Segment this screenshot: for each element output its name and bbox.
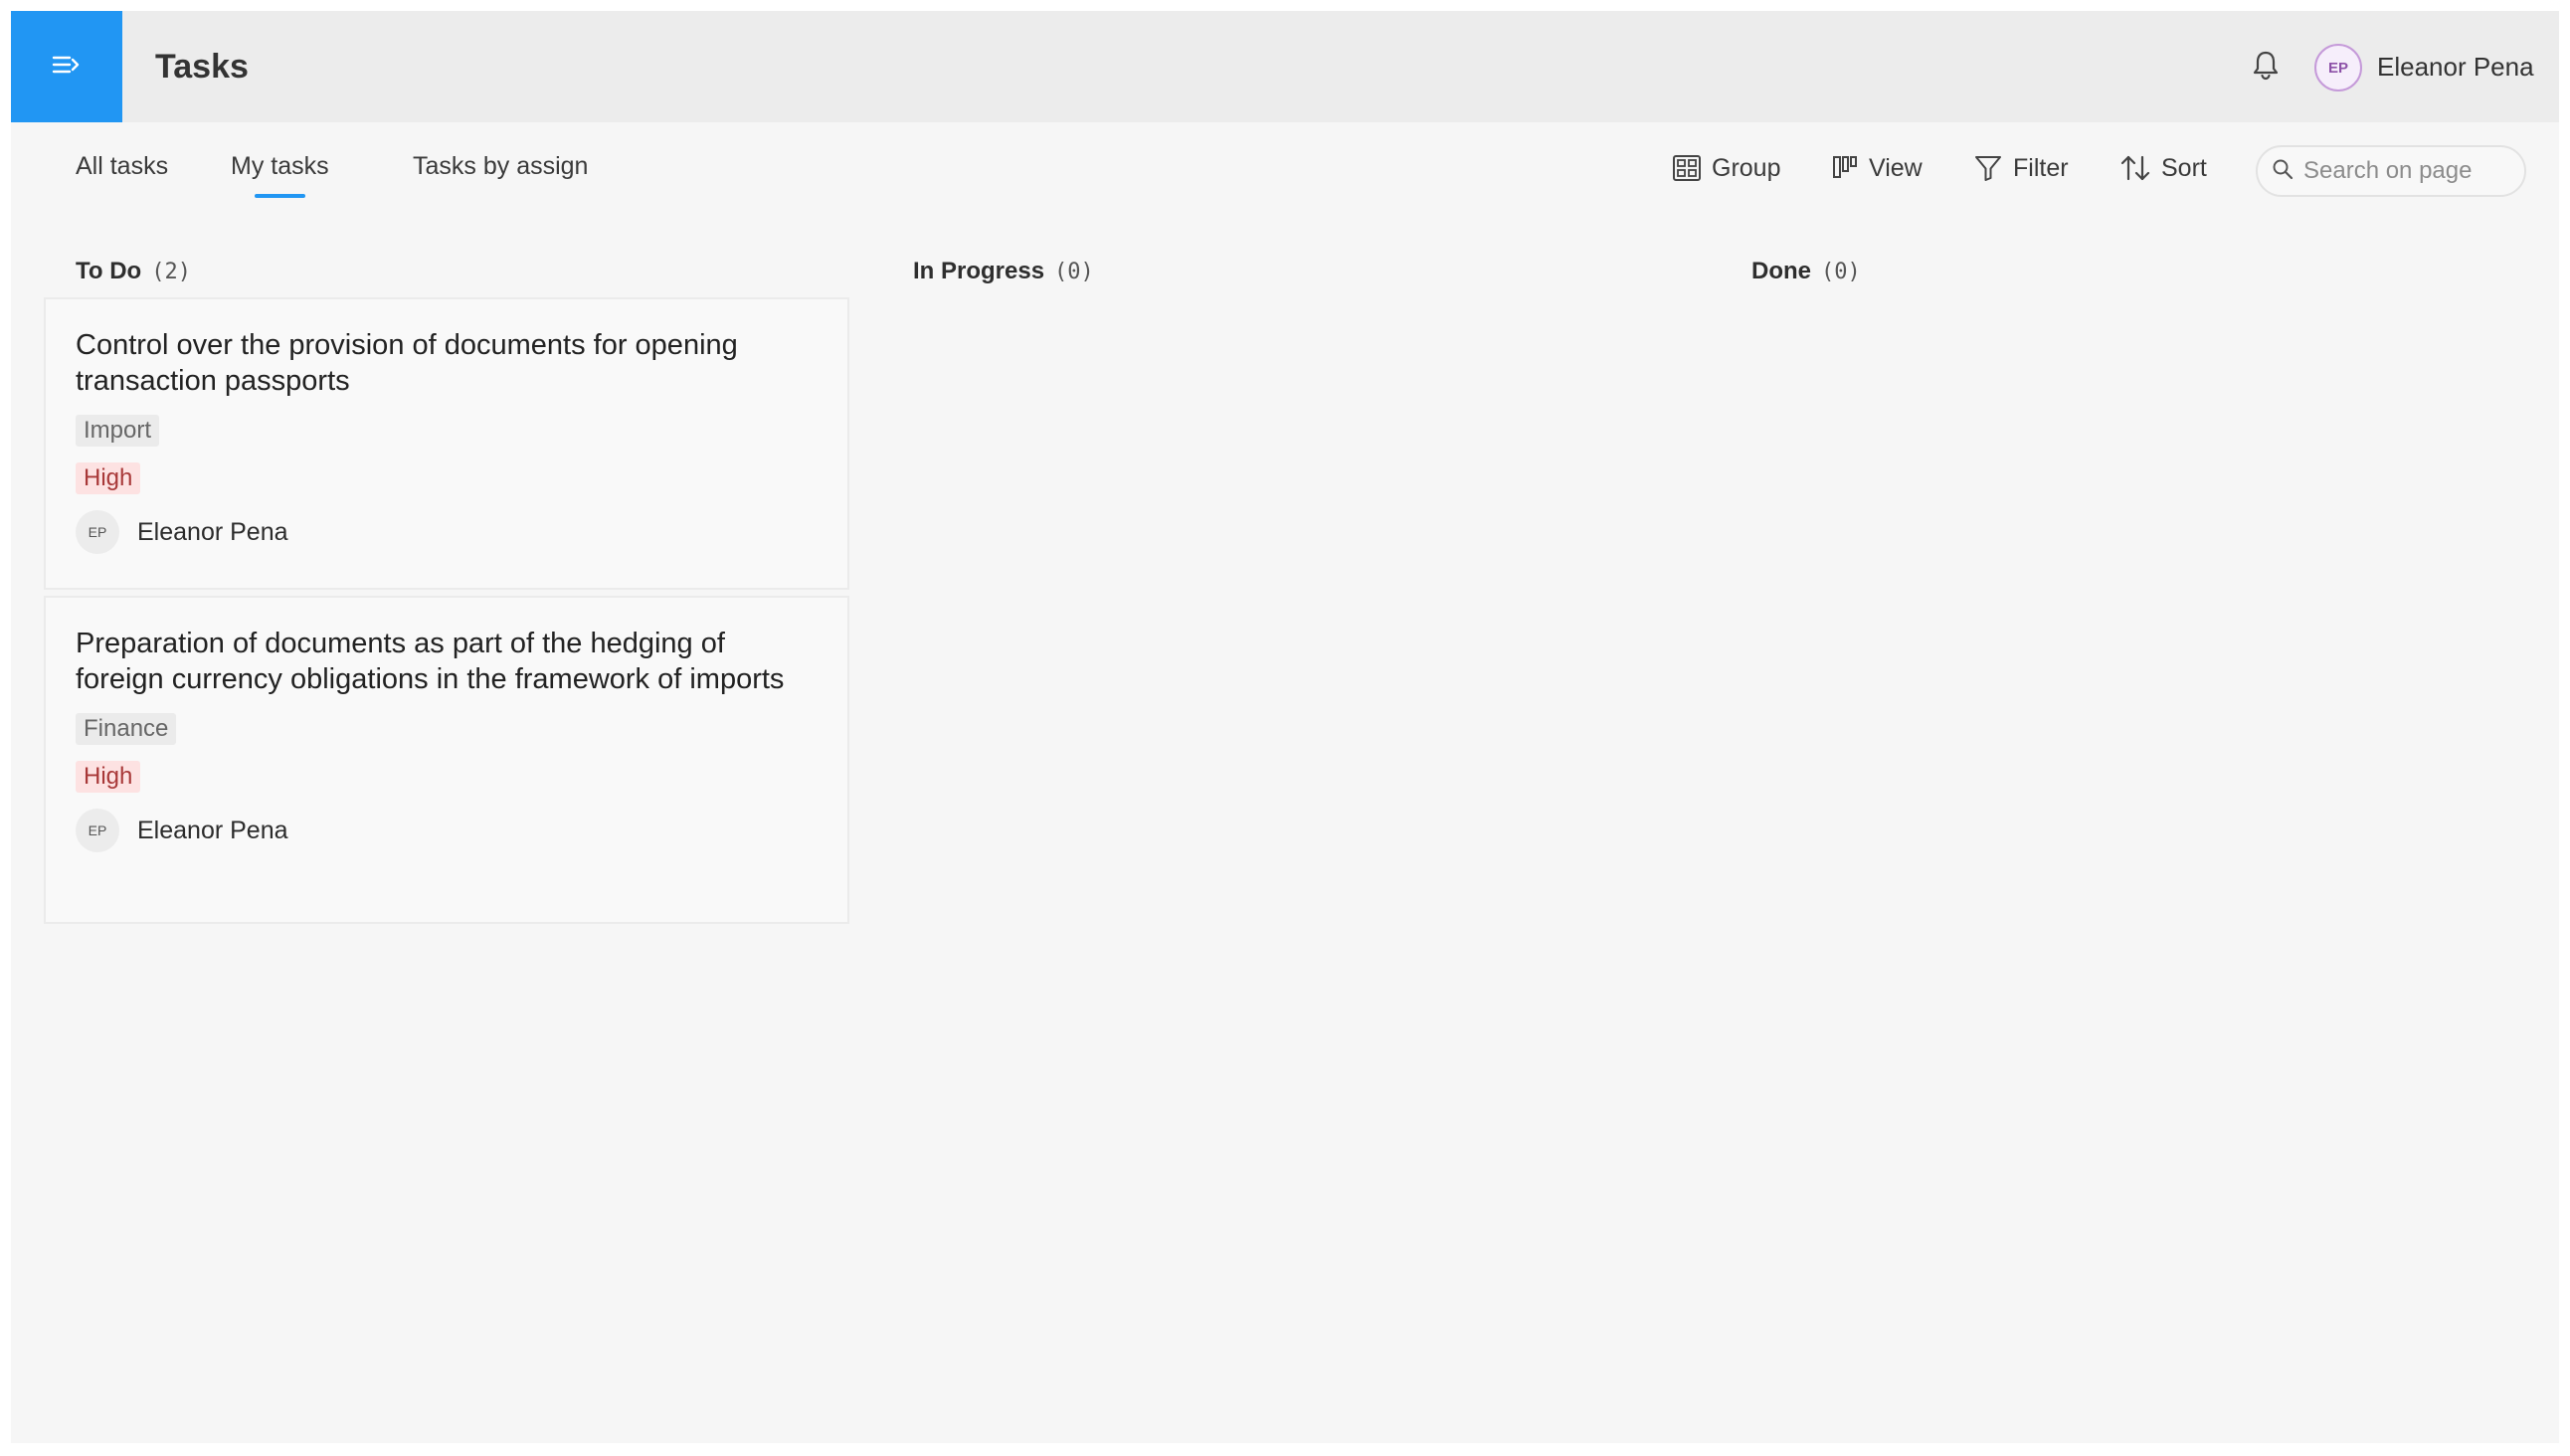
task-card[interactable]: Control over the provision of documents …	[44, 297, 849, 590]
tab-my-tasks[interactable]: My tasks	[231, 148, 329, 198]
column-count: (2)	[151, 260, 191, 284]
priority-badge: High	[76, 761, 141, 793]
sort-label: Sort	[2161, 153, 2207, 182]
user-name[interactable]: Eleanor Pena	[2377, 11, 2534, 122]
column-header-todo: To Do (2)	[76, 252, 191, 291]
category-tag: Import	[76, 415, 160, 447]
user-avatar[interactable]: EP	[2314, 44, 2362, 91]
column-header-in-progress: In Progress (0)	[913, 252, 1094, 291]
priority-badge: High	[76, 462, 141, 494]
assignee-name: Eleanor Pena	[137, 517, 288, 546]
menu-toggle-button[interactable]	[11, 11, 122, 122]
tab-tasks-by-assign[interactable]: Tasks by assign	[413, 148, 588, 184]
column-count: (0)	[1821, 260, 1861, 284]
search-icon	[2272, 158, 2294, 185]
sort-button[interactable]: Sort	[2119, 148, 2207, 188]
kanban-view-icon	[1831, 153, 1859, 183]
filter-label: Filter	[2013, 153, 2069, 182]
view-label: View	[1869, 153, 1923, 182]
app-header: Tasks EP Eleanor Pena	[11, 11, 2559, 122]
group-button[interactable]: Group	[1672, 148, 1780, 188]
bell-icon	[2251, 49, 2281, 86]
column-title: Done	[1751, 258, 1811, 284]
assignee-avatar: EP	[76, 510, 119, 554]
assignee-name: Eleanor Pena	[137, 816, 288, 844]
column-title: To Do	[76, 258, 142, 284]
assignee: EP Eleanor Pena	[76, 510, 818, 554]
search-box	[2256, 145, 2526, 197]
category-tag: Finance	[76, 713, 177, 745]
menu-expand-icon	[52, 53, 82, 82]
filter-icon	[1973, 153, 2003, 183]
search-input[interactable]	[2303, 157, 2502, 185]
app-frame: Tasks EP Eleanor Pena All tasks My tasks…	[11, 11, 2559, 1443]
group-icon	[1672, 153, 1702, 183]
page-title: Tasks	[155, 48, 249, 86]
notifications-button[interactable]	[2247, 48, 2285, 86]
assignee-avatar: EP	[76, 809, 119, 852]
filter-button[interactable]: Filter	[1973, 148, 2069, 188]
group-label: Group	[1712, 153, 1781, 182]
task-card[interactable]: Preparation of documents as part of the …	[44, 596, 849, 924]
column-title: In Progress	[913, 258, 1045, 284]
tab-all-tasks[interactable]: All tasks	[76, 148, 168, 184]
column-header-done: Done (0)	[1751, 252, 1861, 291]
view-button[interactable]: View	[1831, 148, 1923, 188]
assignee: EP Eleanor Pena	[76, 809, 818, 852]
sort-icon	[2119, 153, 2151, 183]
task-title: Preparation of documents as part of the …	[76, 628, 785, 695]
column-count: (0)	[1054, 260, 1094, 284]
task-title: Control over the provision of documents …	[76, 329, 738, 397]
